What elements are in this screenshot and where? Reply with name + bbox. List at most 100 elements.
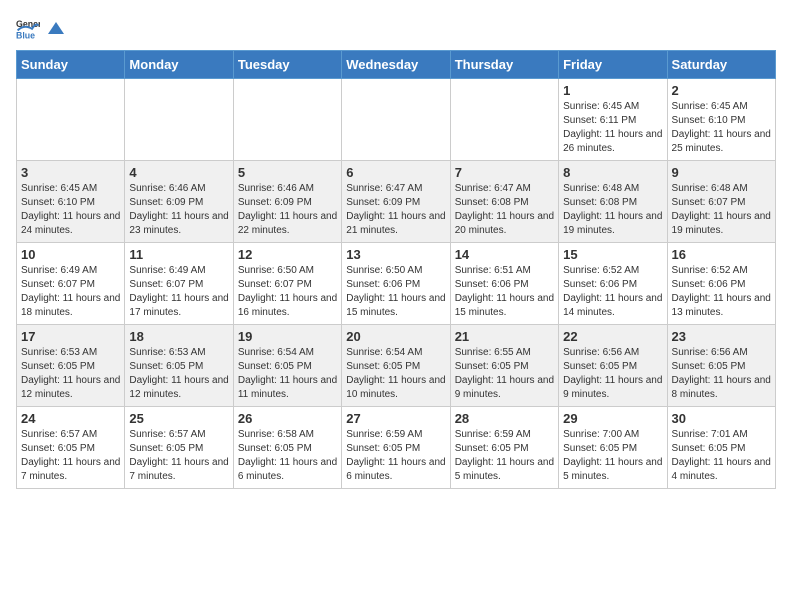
calendar-cell: 9 Sunrise: 6:48 AMSunset: 6:07 PMDaylight… bbox=[667, 161, 775, 243]
calendar-header-sunday: Sunday bbox=[17, 51, 125, 79]
calendar-cell: 22Sunrise: 6:56 AMSunset: 6:05 PMDayligh… bbox=[559, 325, 667, 407]
day-number: 26 bbox=[238, 411, 337, 426]
page-header: General Blue bbox=[16, 16, 776, 40]
calendar-cell: 27 Sunrise: 6:59 AMSunset: 6:05 PMDayligh… bbox=[342, 407, 450, 489]
calendar-cell: 7 Sunrise: 6:47 AMSunset: 6:08 PMDaylight… bbox=[450, 161, 558, 243]
svg-text:Blue: Blue bbox=[16, 30, 35, 40]
logo: General Blue bbox=[16, 16, 66, 40]
calendar-cell: 21Sunrise: 6:55 AMSunset: 6:05 PMDayligh… bbox=[450, 325, 558, 407]
day-info: Sunrise: 6:46 AMSunset: 6:09 PMDaylight:… bbox=[129, 182, 228, 238]
calendar-cell: 26 Sunrise: 6:58 AMSunset: 6:05 PMDayligh… bbox=[233, 407, 341, 489]
day-number: 2 bbox=[672, 83, 771, 98]
day-number: 16 bbox=[672, 247, 771, 262]
calendar-cell: 4Sunrise: 6:46 AMSunset: 6:09 PMDaylight… bbox=[125, 161, 233, 243]
day-number: 18 bbox=[129, 329, 228, 344]
calendar-cell: 13Sunrise: 6:50 AMSunset: 6:06 PMDayligh… bbox=[342, 243, 450, 325]
calendar-cell: 14Sunrise: 6:51 AMSunset: 6:06 PMDayligh… bbox=[450, 243, 558, 325]
day-info: Sunrise: 6:59 AMSunset: 6:05 PMDaylight:… bbox=[455, 428, 554, 484]
day-number: 22 bbox=[563, 329, 662, 344]
day-number: 8 bbox=[563, 165, 662, 180]
day-info: Sunrise: 6:57 AMSunset: 6:05 PMDaylight:… bbox=[129, 428, 228, 484]
generalblue-logo-icon: General Blue bbox=[16, 16, 40, 40]
calendar-cell: 12 Sunrise: 6:50 AMSunset: 6:07 PMDayligh… bbox=[233, 243, 341, 325]
day-number: 25 bbox=[129, 411, 228, 426]
calendar-cell: 29 Sunrise: 7:00 AMSunset: 6:05 PMDayligh… bbox=[559, 407, 667, 489]
calendar-cell: 30Sunrise: 7:01 AMSunset: 6:05 PMDayligh… bbox=[667, 407, 775, 489]
calendar-cell: 25 Sunrise: 6:57 AMSunset: 6:05 PMDayligh… bbox=[125, 407, 233, 489]
day-info: Sunrise: 6:52 AMSunset: 6:06 PMDaylight:… bbox=[563, 264, 662, 320]
day-info: Sunrise: 6:58 AMSunset: 6:05 PMDaylight:… bbox=[238, 428, 337, 484]
calendar-cell: 15Sunrise: 6:52 AMSunset: 6:06 PMDayligh… bbox=[559, 243, 667, 325]
day-info: Sunrise: 6:48 AMSunset: 6:08 PMDaylight:… bbox=[563, 182, 662, 238]
calendar-cell: 3 Sunrise: 6:45 AMSunset: 6:10 PMDaylight… bbox=[17, 161, 125, 243]
calendar-header-monday: Monday bbox=[125, 51, 233, 79]
day-info: Sunrise: 6:54 AMSunset: 6:05 PMDaylight:… bbox=[238, 346, 337, 402]
day-info: Sunrise: 6:57 AMSunset: 6:05 PMDaylight:… bbox=[21, 428, 120, 484]
calendar-header-friday: Friday bbox=[559, 51, 667, 79]
day-number: 5 bbox=[238, 165, 337, 180]
calendar-week-row: 1Sunrise: 6:45 AMSunset: 6:11 PMDaylight… bbox=[17, 79, 776, 161]
day-info: Sunrise: 6:45 AMSunset: 6:10 PMDaylight:… bbox=[672, 100, 771, 156]
day-number: 6 bbox=[346, 165, 445, 180]
day-number: 19 bbox=[238, 329, 337, 344]
day-number: 17 bbox=[21, 329, 120, 344]
calendar-cell: 28 Sunrise: 6:59 AMSunset: 6:05 PMDayligh… bbox=[450, 407, 558, 489]
calendar-week-row: 17 Sunrise: 6:53 AMSunset: 6:05 PMDayligh… bbox=[17, 325, 776, 407]
day-number: 21 bbox=[455, 329, 554, 344]
calendar-cell: 23 Sunrise: 6:56 AMSunset: 6:05 PMDayligh… bbox=[667, 325, 775, 407]
day-number: 9 bbox=[672, 165, 771, 180]
calendar-cell: 11 Sunrise: 6:49 AMSunset: 6:07 PMDayligh… bbox=[125, 243, 233, 325]
day-info: Sunrise: 6:59 AMSunset: 6:05 PMDaylight:… bbox=[346, 428, 445, 484]
logo-triangle-icon bbox=[46, 18, 66, 38]
day-number: 10 bbox=[21, 247, 120, 262]
calendar-header-wednesday: Wednesday bbox=[342, 51, 450, 79]
calendar-header-tuesday: Tuesday bbox=[233, 51, 341, 79]
calendar-cell: 2 Sunrise: 6:45 AMSunset: 6:10 PMDaylight… bbox=[667, 79, 775, 161]
calendar-week-row: 3 Sunrise: 6:45 AMSunset: 6:10 PMDaylight… bbox=[17, 161, 776, 243]
calendar-cell bbox=[17, 79, 125, 161]
day-info: Sunrise: 6:53 AMSunset: 6:05 PMDaylight:… bbox=[129, 346, 228, 402]
calendar-cell bbox=[233, 79, 341, 161]
calendar-cell: 1Sunrise: 6:45 AMSunset: 6:11 PMDaylight… bbox=[559, 79, 667, 161]
day-info: Sunrise: 7:00 AMSunset: 6:05 PMDaylight:… bbox=[563, 428, 662, 484]
calendar-header-row: SundayMondayTuesdayWednesdayThursdayFrid… bbox=[17, 51, 776, 79]
calendar-cell: 8 Sunrise: 6:48 AMSunset: 6:08 PMDaylight… bbox=[559, 161, 667, 243]
calendar-cell: 17 Sunrise: 6:53 AMSunset: 6:05 PMDayligh… bbox=[17, 325, 125, 407]
day-number: 20 bbox=[346, 329, 445, 344]
day-number: 29 bbox=[563, 411, 662, 426]
day-number: 13 bbox=[346, 247, 445, 262]
day-info: Sunrise: 6:49 AMSunset: 6:07 PMDaylight:… bbox=[21, 264, 120, 320]
day-info: Sunrise: 6:45 AMSunset: 6:10 PMDaylight:… bbox=[21, 182, 120, 238]
calendar-week-row: 10 Sunrise: 6:49 AMSunset: 6:07 PMDayligh… bbox=[17, 243, 776, 325]
day-info: Sunrise: 6:47 AMSunset: 6:09 PMDaylight:… bbox=[346, 182, 445, 238]
calendar-cell bbox=[342, 79, 450, 161]
day-info: Sunrise: 6:45 AMSunset: 6:11 PMDaylight:… bbox=[563, 100, 662, 156]
day-number: 30 bbox=[672, 411, 771, 426]
day-info: Sunrise: 6:49 AMSunset: 6:07 PMDaylight:… bbox=[129, 264, 228, 320]
calendar-cell: 18 Sunrise: 6:53 AMSunset: 6:05 PMDayligh… bbox=[125, 325, 233, 407]
day-number: 24 bbox=[21, 411, 120, 426]
calendar-cell: 5 Sunrise: 6:46 AMSunset: 6:09 PMDaylight… bbox=[233, 161, 341, 243]
day-number: 11 bbox=[129, 247, 228, 262]
day-info: Sunrise: 6:48 AMSunset: 6:07 PMDaylight:… bbox=[672, 182, 771, 238]
calendar-cell: 6 Sunrise: 6:47 AMSunset: 6:09 PMDaylight… bbox=[342, 161, 450, 243]
calendar-cell: 10 Sunrise: 6:49 AMSunset: 6:07 PMDayligh… bbox=[17, 243, 125, 325]
calendar-cell: 20Sunrise: 6:54 AMSunset: 6:05 PMDayligh… bbox=[342, 325, 450, 407]
calendar-cell bbox=[125, 79, 233, 161]
calendar-cell: 16Sunrise: 6:52 AMSunset: 6:06 PMDayligh… bbox=[667, 243, 775, 325]
day-info: Sunrise: 6:46 AMSunset: 6:09 PMDaylight:… bbox=[238, 182, 337, 238]
day-info: Sunrise: 6:51 AMSunset: 6:06 PMDaylight:… bbox=[455, 264, 554, 320]
day-info: Sunrise: 6:53 AMSunset: 6:05 PMDaylight:… bbox=[21, 346, 120, 402]
day-info: Sunrise: 6:56 AMSunset: 6:05 PMDaylight:… bbox=[672, 346, 771, 402]
day-info: Sunrise: 6:47 AMSunset: 6:08 PMDaylight:… bbox=[455, 182, 554, 238]
day-info: Sunrise: 6:50 AMSunset: 6:07 PMDaylight:… bbox=[238, 264, 337, 320]
calendar-header-thursday: Thursday bbox=[450, 51, 558, 79]
calendar-week-row: 24 Sunrise: 6:57 AMSunset: 6:05 PMDayligh… bbox=[17, 407, 776, 489]
day-number: 23 bbox=[672, 329, 771, 344]
day-number: 12 bbox=[238, 247, 337, 262]
day-number: 7 bbox=[455, 165, 554, 180]
day-number: 27 bbox=[346, 411, 445, 426]
day-number: 3 bbox=[21, 165, 120, 180]
calendar-header-saturday: Saturday bbox=[667, 51, 775, 79]
day-number: 28 bbox=[455, 411, 554, 426]
